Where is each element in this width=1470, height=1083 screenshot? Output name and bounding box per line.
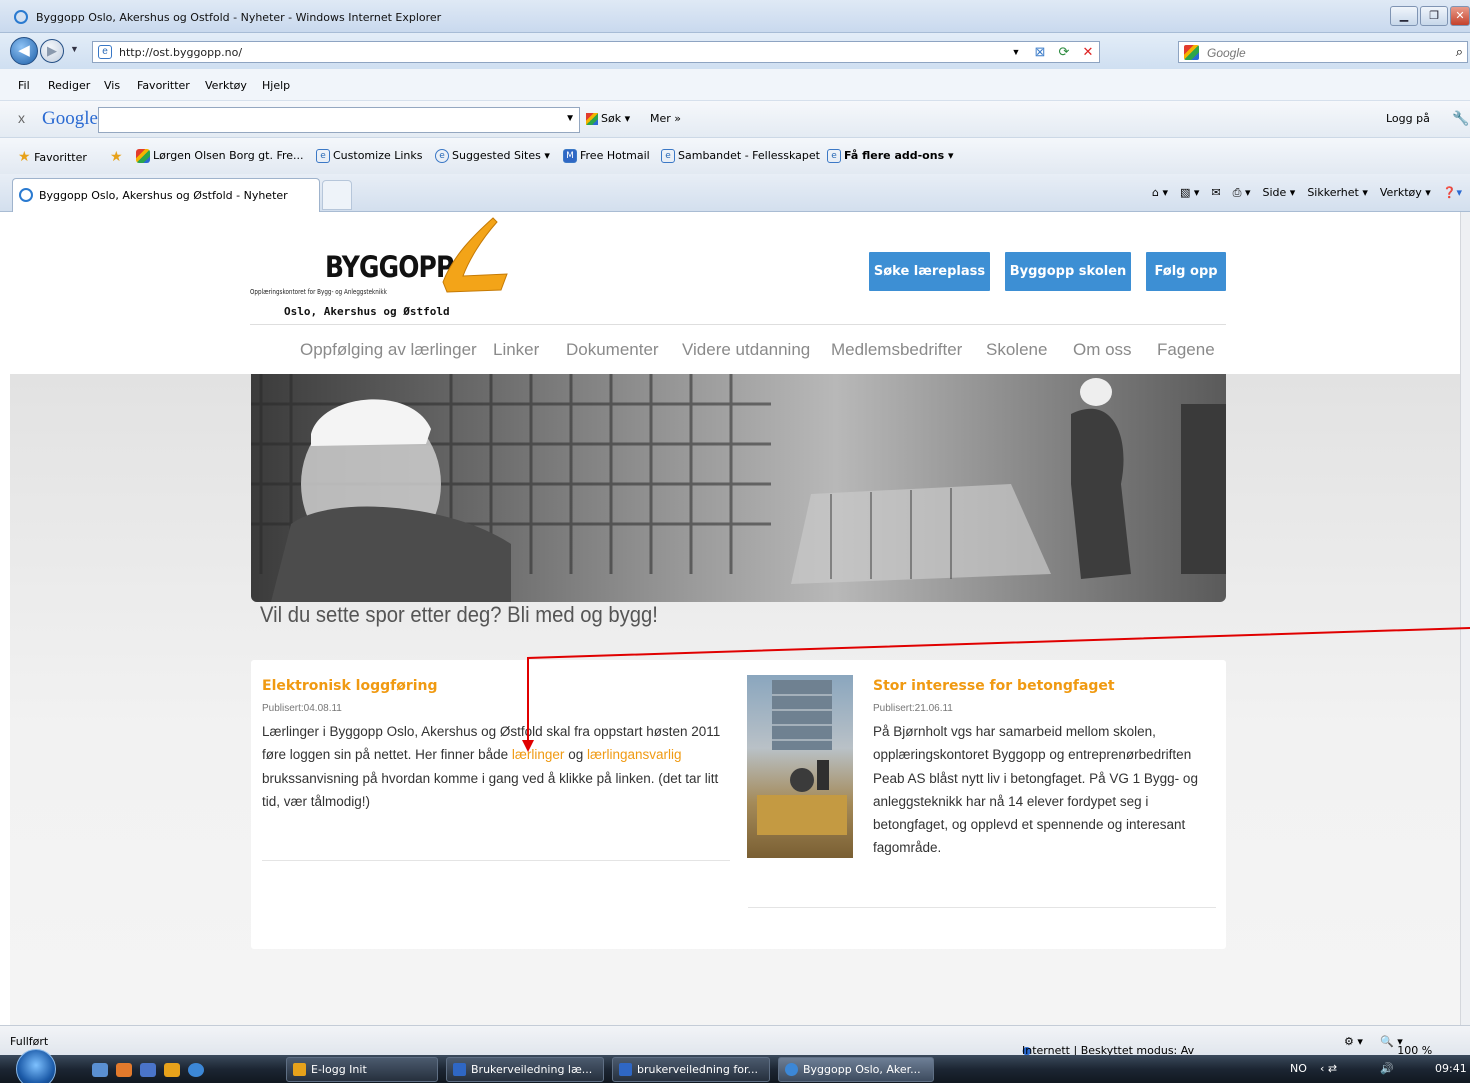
start-button[interactable] (16, 1049, 56, 1083)
show-desktop-icon[interactable] (92, 1063, 108, 1077)
taskbar-item-word-2[interactable]: brukerveiledning for... (612, 1057, 770, 1082)
taskbar-item-ie[interactable]: Byggopp Oslo, Aker... (778, 1057, 934, 1082)
status-bar: Fullført ● Internett | Beskyttet modus: … (0, 1025, 1470, 1057)
zoom-control[interactable]: 🔍 100 % ▾ (1380, 1035, 1432, 1057)
system-tray: NO ‹ ⇄ 🔊 09:41 (1280, 1055, 1470, 1083)
taskbar-item-elogg[interactable]: E-logg Init (286, 1057, 438, 1082)
annotation-arrow (522, 627, 1470, 752)
ie-icon[interactable] (188, 1063, 204, 1077)
taskbar-item-word-1[interactable]: Brukerveiledning læ... (446, 1057, 604, 1082)
language-indicator[interactable]: NO (1290, 1062, 1307, 1075)
media-player-icon[interactable] (164, 1063, 180, 1077)
taskbar: E-logg Init Brukerveiledning læ... bruke… (0, 1049, 1470, 1083)
network-icon[interactable]: ‹ ⇄ (1320, 1062, 1337, 1075)
volume-icon[interactable]: 🔊 (1380, 1062, 1394, 1075)
clock[interactable]: 09:41 (1435, 1062, 1467, 1075)
firefox-icon[interactable] (116, 1063, 132, 1077)
status-text: Fullført (10, 1035, 49, 1048)
protected-mode-icon[interactable]: ⚙ ▾ (1344, 1035, 1363, 1048)
explorer-icon[interactable] (140, 1063, 156, 1077)
